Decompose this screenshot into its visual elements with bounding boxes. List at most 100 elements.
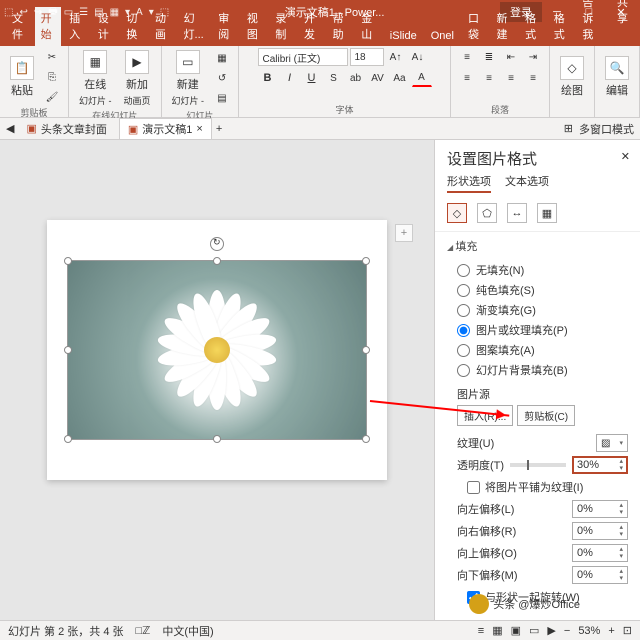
highlight-icon[interactable]: Aa <box>390 69 410 87</box>
text-options-tab[interactable]: 文本选项 <box>505 173 549 193</box>
tab-format2[interactable]: 格式 <box>548 7 575 46</box>
close-tab-icon[interactable]: × <box>196 123 202 135</box>
draw-button[interactable]: ◇绘图 <box>556 54 588 100</box>
tab-format1[interactable]: 格式 <box>519 7 546 46</box>
offset-top-input[interactable]: 0%▴▾ <box>572 544 628 562</box>
resize-handle[interactable] <box>362 257 370 265</box>
online-slide-button[interactable]: ▦在线幻灯片 - <box>75 48 116 109</box>
new-anim-button[interactable]: ▶新加动画页 <box>120 48 155 109</box>
size-icon[interactable]: ↔ <box>507 203 527 223</box>
tile-checkbox[interactable]: 将图片平铺为纹理(I) <box>457 476 628 498</box>
tab-onekey[interactable]: Onel <box>425 27 460 46</box>
radio-slide-bg-fill[interactable]: 幻灯片背景填充(B) <box>447 360 628 380</box>
language-label[interactable]: 中文(中国) <box>162 623 213 639</box>
qat-icon[interactable]: ☰ <box>79 7 88 18</box>
radio-gradient-fill[interactable]: 渐变填充(G) <box>447 300 628 320</box>
slide[interactable]: + <box>47 220 387 480</box>
qat-icon[interactable]: A <box>136 7 143 18</box>
font-name-dropdown[interactable]: Calibri (正文) <box>258 48 348 66</box>
clipboard-button[interactable]: 剪贴板(C) <box>517 405 575 426</box>
numbering-icon[interactable]: ≣ <box>479 48 499 66</box>
spellcheck-icon[interactable]: □ℤ <box>136 624 151 637</box>
transparency-slider[interactable] <box>510 463 566 467</box>
transparency-input[interactable]: 30%▴▾ <box>572 456 628 474</box>
qat-icon[interactable]: ▦ <box>110 7 119 18</box>
bullets-icon[interactable]: ≡ <box>457 48 477 66</box>
zoom-in-icon[interactable]: + <box>608 625 614 637</box>
qat-print-icon[interactable]: 🖶 <box>48 4 57 21</box>
format-painter-icon[interactable]: 🖌 <box>42 88 62 106</box>
justify-icon[interactable]: ≡ <box>523 69 543 87</box>
offset-left-input[interactable]: 0%▴▾ <box>572 500 628 518</box>
offset-right-input[interactable]: 0%▴▾ <box>572 522 628 540</box>
zoom-out-icon[interactable]: − <box>564 625 570 637</box>
reset-icon[interactable]: ↺ <box>212 70 232 88</box>
new-slide-button[interactable]: ▭新建幻灯片 - <box>168 48 209 109</box>
reading-view-icon[interactable]: ▭ <box>529 624 539 637</box>
resize-handle[interactable] <box>362 346 370 354</box>
align-right-icon[interactable]: ≡ <box>501 69 521 87</box>
slideshow-view-icon[interactable]: ▶ <box>547 624 555 637</box>
offset-bottom-input[interactable]: 0%▴▾ <box>572 566 628 584</box>
increase-font-icon[interactable]: A↑ <box>386 48 406 66</box>
indent-inc-icon[interactable]: ⇥ <box>523 48 543 66</box>
resize-handle[interactable] <box>64 435 72 443</box>
qat-icon[interactable]: ⬚ <box>160 7 169 18</box>
paste-button[interactable]: 📋粘贴 <box>6 54 38 100</box>
radio-pattern-fill[interactable]: 图案填充(A) <box>447 340 628 360</box>
qat-icon[interactable]: ▾ <box>149 7 154 18</box>
qat-redo-icon[interactable]: ↪ <box>34 7 42 18</box>
qat-icon[interactable]: ▭ <box>64 7 73 18</box>
notes-icon[interactable]: ≡ <box>478 625 484 637</box>
tell-me[interactable]: 告诉我 <box>576 0 603 46</box>
cut-icon[interactable]: ✂ <box>42 48 62 66</box>
radio-picture-fill[interactable]: 图片或纹理填充(P) <box>447 320 628 340</box>
layout-icon[interactable]: ▦ <box>212 50 232 68</box>
qat-icon[interactable]: ▤ <box>94 7 103 18</box>
add-button[interactable]: + <box>395 224 413 242</box>
tab-slideshow[interactable]: 幻灯... <box>178 7 211 46</box>
share-button[interactable]: 共享 <box>611 0 634 46</box>
spacing-icon[interactable]: AV <box>368 69 388 87</box>
resize-handle[interactable] <box>64 346 72 354</box>
tab-pocket[interactable]: 口袋 <box>462 7 489 46</box>
italic-icon[interactable]: I <box>280 69 300 87</box>
effects-icon[interactable]: ⬠ <box>477 203 497 223</box>
qat-icon[interactable]: ⬚ <box>4 7 13 18</box>
radio-solid-fill[interactable]: 纯色填充(S) <box>447 280 628 300</box>
font-color-icon[interactable]: A <box>412 69 432 87</box>
shape-options-tab[interactable]: 形状选项 <box>447 173 491 193</box>
align-left-icon[interactable]: ≡ <box>457 69 477 87</box>
shadow-icon[interactable]: ab <box>346 69 366 87</box>
bold-icon[interactable]: B <box>258 69 278 87</box>
tab-islide[interactable]: iSlide <box>384 27 423 46</box>
font-size-dropdown[interactable]: 18 <box>350 48 384 66</box>
qat-icon[interactable]: ▾ <box>125 7 130 18</box>
resize-handle[interactable] <box>213 257 221 265</box>
zoom-level[interactable]: 53% <box>578 625 600 637</box>
decrease-font-icon[interactable]: A↓ <box>408 48 428 66</box>
selected-picture-shape[interactable] <box>67 260 367 440</box>
tab-help[interactable]: 帮助 <box>327 7 354 46</box>
prev-tab-icon[interactable]: ◀ <box>6 122 14 135</box>
tab-new[interactable]: 新建 <box>491 7 518 46</box>
resize-handle[interactable] <box>64 257 72 265</box>
tab-record[interactable]: 录制 <box>269 7 296 46</box>
underline-icon[interactable]: U <box>302 69 322 87</box>
tab-kingsoft[interactable]: 金山 <box>355 7 382 46</box>
qat-undo-icon[interactable]: ↩ <box>19 7 27 18</box>
strike-icon[interactable]: S <box>324 69 344 87</box>
tab-review[interactable]: 审阅 <box>212 7 239 46</box>
pane-close-icon[interactable]: ✕ <box>611 142 640 171</box>
rotate-handle[interactable] <box>210 237 224 251</box>
tab-view[interactable]: 视图 <box>241 7 268 46</box>
sorter-view-icon[interactable]: ▣ <box>511 624 521 637</box>
resize-handle[interactable] <box>213 435 221 443</box>
indent-dec-icon[interactable]: ⇤ <box>501 48 521 66</box>
normal-view-icon[interactable]: ▦ <box>492 624 502 637</box>
tab-developer[interactable]: 开发 <box>298 7 325 46</box>
new-tab-icon[interactable]: + <box>216 123 222 135</box>
picture-icon[interactable]: ▦ <box>537 203 557 223</box>
texture-dropdown[interactable]: ▨ ▾ <box>596 434 628 452</box>
doc-tab-1[interactable]: ▣头条文章封面 <box>18 119 114 139</box>
